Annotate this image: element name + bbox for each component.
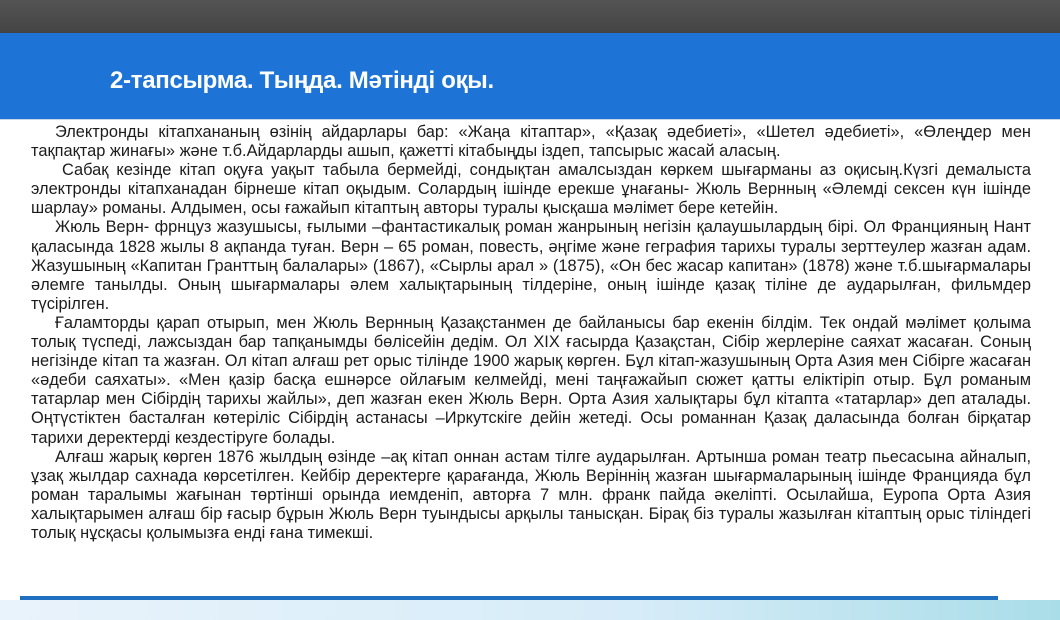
title-banner: 2-тапсырма. Тыңда. Мәтінді оқы.: [0, 33, 1060, 120]
page-title: 2-тапсырма. Тыңда. Мәтінді оқы.: [110, 67, 494, 94]
bottom-decoration: [0, 600, 1060, 620]
paragraph-2: Сабақ кезінде кітап оқуға уақыт табыла б…: [31, 161, 1031, 218]
top-dark-bar: [0, 0, 1060, 33]
paragraph-5: Алғаш жарық көрген 1876 жылдың өзінде –а…: [31, 447, 1031, 542]
paragraph-3: Жюль Верн- фрнцуз жазушысы, ғылыми –фант…: [31, 218, 1031, 313]
paragraph-1: Электронды кітапхананың өзінің айдарлары…: [31, 123, 1031, 161]
text-body: Электронды кітапхананың өзінің айдарлары…: [31, 123, 1031, 543]
paragraph-4: Ғаламторды қарап отырып, мен Жюль Вернны…: [31, 313, 1031, 447]
